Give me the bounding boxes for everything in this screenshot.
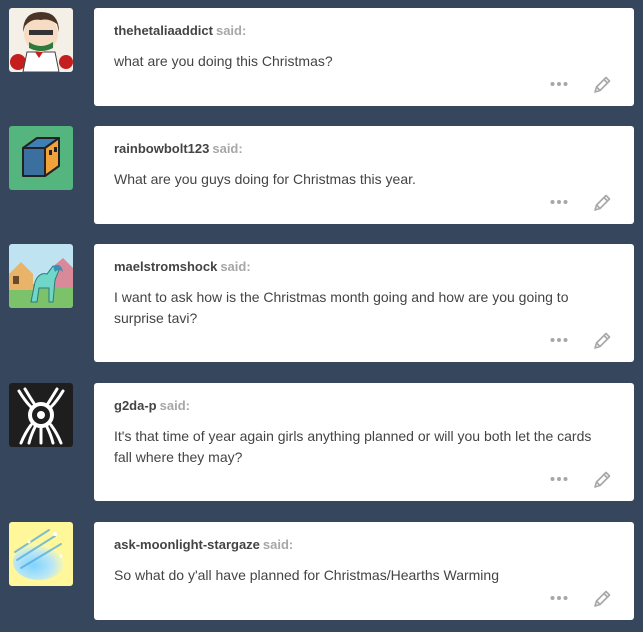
avatar-1[interactable] <box>9 8 73 72</box>
ellipsis-icon[interactable] <box>550 594 568 602</box>
said-label-3: said: <box>220 259 251 274</box>
question-text-4: It's that time of year again girls anyth… <box>114 428 592 465</box>
pencil-icon[interactable] <box>592 331 612 351</box>
avatar-2[interactable] <box>9 126 73 190</box>
said-label-5: said: <box>262 537 294 552</box>
post-card-2: rainbowbolt123 said: What are you guys do… <box>94 126 634 224</box>
post-card-3: maelstromshock said: I want to ask how is… <box>94 244 634 362</box>
orange-cube-avatar-icon <box>9 126 73 190</box>
said-label-1: said: <box>215 23 247 38</box>
post-header-4: g2da-p said: <box>114 398 190 413</box>
question-text-5: So what do y'all have planned for Christ… <box>114 567 499 583</box>
question-text-2: What are you guys doing for Christmas th… <box>114 171 416 187</box>
emblem-eye-avatar-icon <box>9 383 73 447</box>
username-link-2[interactable]: rainbowbolt123 <box>114 141 209 156</box>
ellipsis-icon[interactable] <box>550 336 568 344</box>
post-header-3: maelstromshock said: <box>114 259 251 274</box>
question-text-3: I want to ask how is the Christmas month… <box>114 289 569 326</box>
username-link-5[interactable]: ask-moonlight-stargaze <box>114 537 260 552</box>
post-header-2: rainbowbolt123 said: <box>114 141 243 156</box>
pencil-icon[interactable] <box>592 193 612 213</box>
starry-sky-avatar-icon <box>9 522 73 586</box>
post-card-4: g2da-p said: It's that time of year again… <box>94 383 634 501</box>
pencil-icon[interactable] <box>592 470 612 490</box>
said-label-4: said: <box>159 398 190 413</box>
pencil-icon[interactable] <box>592 75 612 95</box>
avatar-5[interactable] <box>9 522 73 586</box>
ellipsis-icon[interactable] <box>550 198 568 206</box>
anime-character-avatar-icon <box>9 8 73 72</box>
post-card-5: ask-moonlight-stargaze said: So what do y… <box>94 522 634 620</box>
ellipsis-icon[interactable] <box>550 475 568 483</box>
pony-scene-avatar-icon <box>9 244 73 308</box>
username-link-4[interactable]: g2da-p <box>114 398 157 413</box>
question-text-1: what are you doing this Christmas? <box>114 53 333 69</box>
username-link-1[interactable]: thehetaliaaddict <box>114 23 213 38</box>
username-link-3[interactable]: maelstromshock <box>114 259 217 274</box>
post-header-5: ask-moonlight-stargaze said: <box>114 537 293 552</box>
avatar-3[interactable] <box>9 244 73 308</box>
said-label-2: said: <box>212 141 243 156</box>
pencil-icon[interactable] <box>592 589 612 609</box>
post-header-1: thehetaliaaddict said: <box>114 23 246 38</box>
avatar-4[interactable] <box>9 383 73 447</box>
post-card-1: thehetaliaaddict said: what are you doing… <box>94 8 634 106</box>
ellipsis-icon[interactable] <box>550 80 568 88</box>
